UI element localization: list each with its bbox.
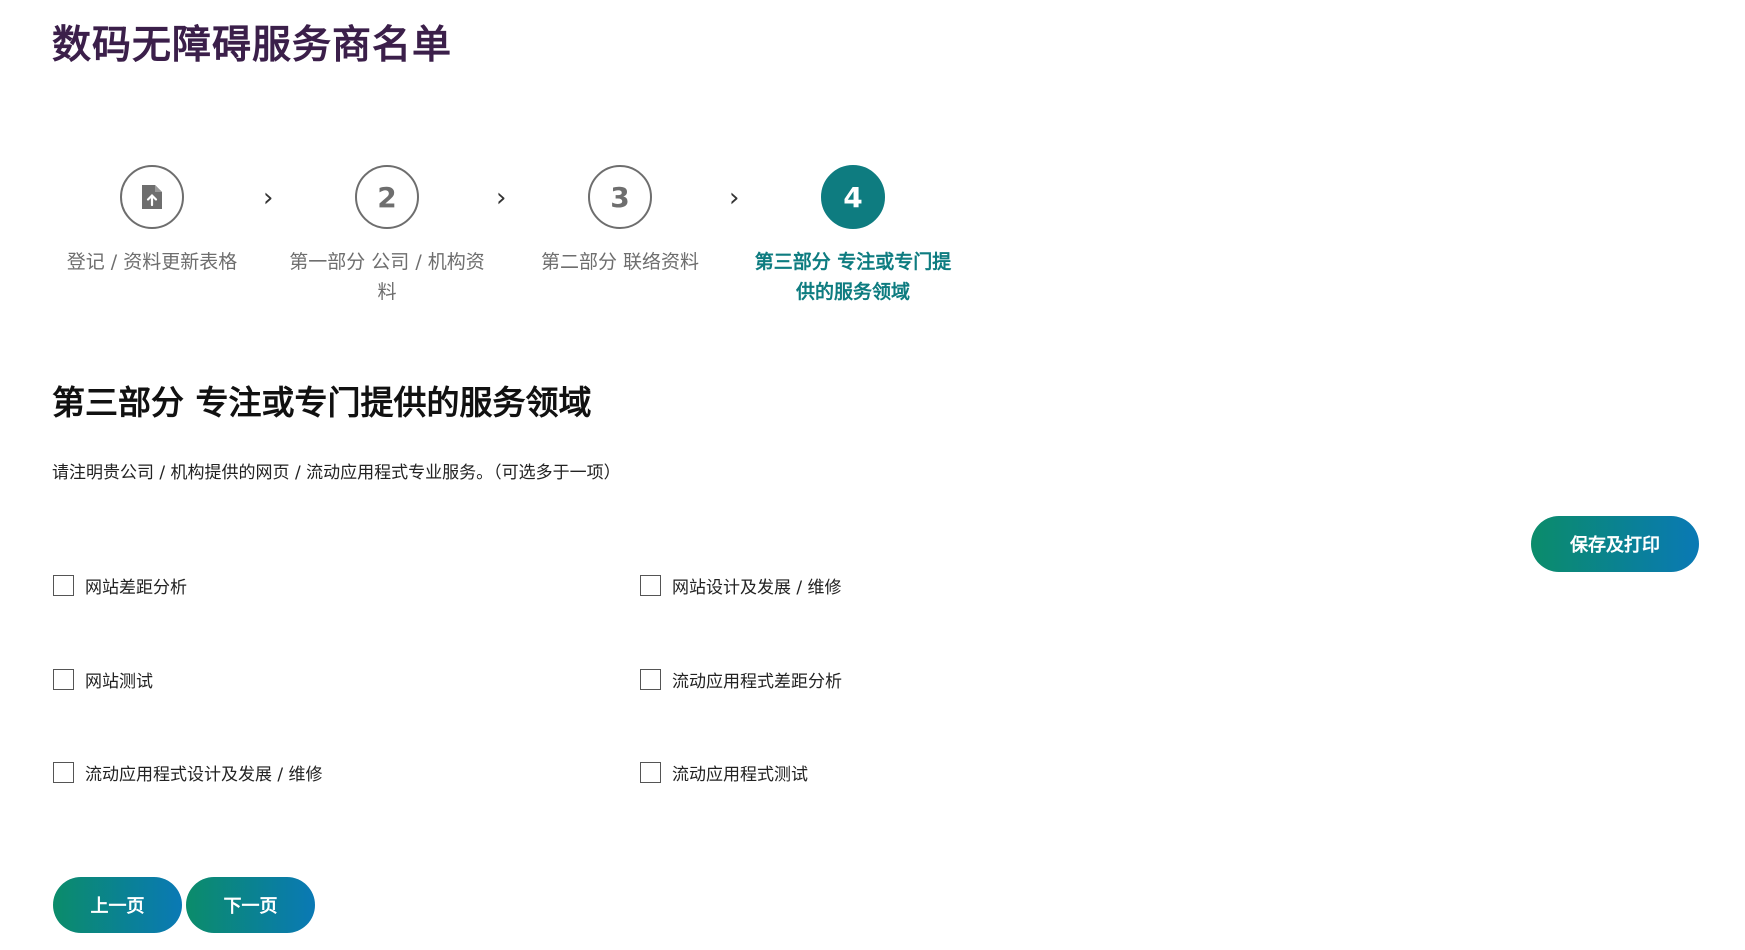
checkbox[interactable]: [53, 762, 74, 783]
page: 数码无障碍服务商名单 登记 / 资料更新表格 › 2 第一部分 公司 / 机构资…: [0, 0, 1745, 950]
option-label: 流动应用程式差距分析: [672, 672, 842, 692]
save-print-button[interactable]: 保存及打印: [1531, 516, 1699, 572]
option-label: 流动应用程式设计及发展 / 维修: [85, 765, 323, 785]
option-label: 流动应用程式测试: [672, 765, 808, 785]
next-page-button[interactable]: 下一页: [186, 877, 315, 933]
option-app-testing[interactable]: 流动应用程式测试: [640, 760, 808, 785]
step-label: 第二部分 联络资料: [540, 251, 700, 273]
checkbox[interactable]: [640, 669, 661, 690]
checkbox[interactable]: [53, 575, 74, 596]
page-title: 数码无障碍服务商名单: [52, 23, 453, 68]
step-label: 第一部分 公司 / 机构资料: [289, 251, 485, 303]
step-separator: ›: [263, 183, 274, 213]
step-4[interactable]: 4 第三部分 专注或专门提供的服务领域: [748, 165, 958, 307]
option-label: 网站测试: [85, 672, 153, 692]
option-web-design-maintenance[interactable]: 网站设计及发展 / 维修: [640, 573, 842, 598]
option-app-gap-analysis[interactable]: 流动应用程式差距分析: [640, 667, 842, 692]
step-separator: ›: [729, 183, 740, 213]
step-3[interactable]: 3 第二部分 联络资料: [530, 165, 710, 277]
prev-page-button[interactable]: 上一页: [53, 877, 182, 933]
checkbox[interactable]: [640, 762, 661, 783]
step-circle: 2: [355, 165, 419, 229]
option-label: 网站设计及发展 / 维修: [672, 578, 842, 598]
file-upload-icon: [142, 185, 162, 209]
step-separator: ›: [496, 183, 507, 213]
option-app-design-maintenance[interactable]: 流动应用程式设计及发展 / 维修: [53, 760, 323, 785]
step-1[interactable]: 登记 / 资料更新表格: [60, 165, 244, 277]
section-instruction: 请注明贵公司 / 机构提供的网页 / 流动应用程式专业服务。（可选多于一项）: [52, 463, 621, 483]
checkbox[interactable]: [640, 575, 661, 596]
step-label: 第三部分 专注或专门提供的服务领域: [754, 251, 952, 303]
option-label: 网站差距分析: [85, 578, 187, 598]
checkbox[interactable]: [53, 669, 74, 690]
option-web-testing[interactable]: 网站测试: [53, 667, 153, 692]
step-label: 登记 / 资料更新表格: [66, 251, 238, 273]
option-web-gap-analysis[interactable]: 网站差距分析: [53, 573, 187, 598]
step-2[interactable]: 2 第一部分 公司 / 机构资料: [282, 165, 492, 307]
section-title: 第三部分 专注或专门提供的服务领域: [52, 383, 592, 422]
step-circle: 3: [588, 165, 652, 229]
step-circle: [120, 165, 184, 229]
step-circle: 4: [821, 165, 885, 229]
